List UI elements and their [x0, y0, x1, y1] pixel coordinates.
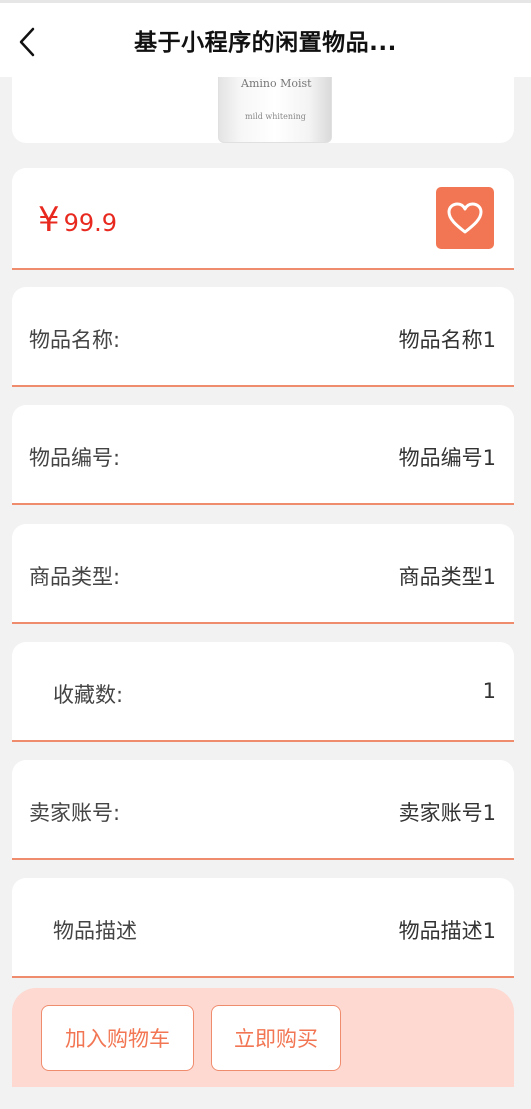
- product-image[interactable]: Amino Moist mild whitening: [12, 77, 514, 143]
- heart-icon: [447, 202, 483, 234]
- product-brand-text: Amino Moist: [241, 77, 312, 90]
- chevron-left-icon[interactable]: [14, 25, 44, 59]
- buy-now-button[interactable]: 立即购买: [211, 1005, 341, 1071]
- favorite-button[interactable]: [436, 187, 494, 249]
- page-title: 基于小程序的闲置物品...: [134, 30, 397, 56]
- field-row-name: 物品名称: 物品名称1: [12, 287, 514, 387]
- field-label: 收藏数:: [53, 683, 124, 707]
- field-row-favorites: 收藏数: 1: [12, 642, 514, 742]
- back-button[interactable]: [14, 25, 44, 59]
- field-value: 商品类型1: [398, 565, 496, 589]
- field-value: 物品描述1: [398, 919, 496, 943]
- field-value: 卖家账号1: [398, 801, 496, 825]
- action-bar: 加入购物车 立即购买: [12, 988, 514, 1087]
- field-label: 商品类型:: [29, 565, 121, 589]
- nav-bar: 基于小程序的闲置物品...: [0, 0, 531, 77]
- field-row-description: 物品描述 物品描述1: [12, 878, 514, 978]
- add-to-cart-button[interactable]: 加入购物车: [41, 1005, 194, 1071]
- field-row-seller: 卖家账号: 卖家账号1: [12, 760, 514, 860]
- field-label: 物品描述: [53, 919, 137, 943]
- price: ¥ 99.9: [38, 200, 117, 240]
- field-label: 物品名称:: [29, 328, 121, 352]
- field-row-number: 物品编号: 物品编号1: [12, 405, 514, 505]
- field-value: 物品名称1: [398, 328, 496, 352]
- field-value: 1: [482, 679, 496, 703]
- price-value: 99.9: [63, 209, 118, 237]
- field-row-type: 商品类型: 商品类型1: [12, 524, 514, 624]
- field-label: 卖家账号:: [29, 801, 121, 825]
- currency-symbol: ¥: [38, 200, 60, 240]
- field-label: 物品编号:: [29, 446, 121, 470]
- product-subtitle-text: mild whitening: [245, 112, 306, 121]
- price-card: ¥ 99.9: [12, 168, 514, 270]
- product-tube-graphic: Amino Moist mild whitening: [218, 77, 332, 143]
- field-value: 物品编号1: [398, 446, 496, 470]
